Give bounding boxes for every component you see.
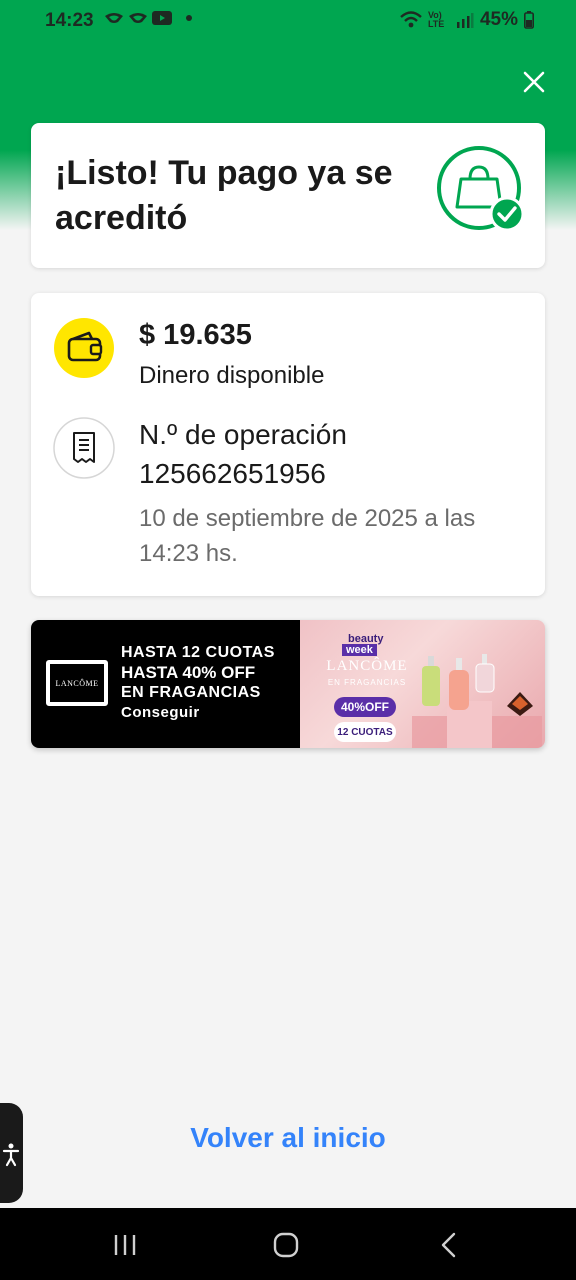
back-icon[interactable] xyxy=(428,1230,468,1260)
promo-line-discount: HASTA 40% OFF xyxy=(121,663,256,682)
wifi-icon xyxy=(400,11,422,28)
promo-subtitle: EN FRAGANCIAS xyxy=(327,678,407,687)
payment-details-card: $ 19.635 Dinero disponible N.º de operac… xyxy=(31,293,545,596)
status-indicators: Vo) LTE 45% xyxy=(400,9,534,31)
home-icon[interactable] xyxy=(266,1230,306,1260)
promo-cta[interactable]: Conseguir xyxy=(121,703,275,722)
beauty-week-badge: beauty week xyxy=(342,634,392,656)
success-card: ¡Listo! Tu pago ya se acreditó xyxy=(31,123,545,268)
promo-banner-copy: HASTA 12 CUOTAS HASTA 40% OFF EN FRAGANC… xyxy=(121,643,275,722)
system-navigation-bar xyxy=(0,1208,576,1280)
beauty-week-bottom: week xyxy=(342,644,377,656)
notification-app-icon xyxy=(129,13,147,23)
promo-banner-text-panel: LANCÔME HASTA 12 CUOTAS HASTA 40% OFF EN… xyxy=(31,620,300,748)
wallet-icon xyxy=(54,318,114,378)
accessibility-button[interactable] xyxy=(0,1103,23,1203)
promo-line-installments: HASTA 12 CUOTAS xyxy=(121,644,275,661)
shopping-bag-check-icon xyxy=(437,146,525,232)
receipt-icon xyxy=(53,417,115,479)
battery-level: 45% xyxy=(479,9,518,30)
close-icon[interactable] xyxy=(518,66,550,98)
promo-discount-pill: 40%OFF xyxy=(334,697,396,717)
more-notifications-dot xyxy=(186,15,192,21)
network-label: Vo) LTE xyxy=(427,10,445,29)
operation-number-label: N.º de operación xyxy=(139,419,347,450)
operation-number: 125662651956 xyxy=(139,458,326,489)
notification-icons xyxy=(104,11,192,25)
status-time: 14:23 xyxy=(45,10,94,31)
youtube-icon xyxy=(152,11,172,25)
perfume-bottles-image xyxy=(412,654,542,748)
operation-date: 10 de septiembre de 2025 a las 14:23 hs. xyxy=(139,505,476,567)
status-bar: 14:23 Vo) LTE 45% xyxy=(0,0,576,42)
promo-banner-image: beauty week LANCÔME EN FRAGANCIAS 40%OFF… xyxy=(300,620,545,748)
lancome-logo: LANCÔME xyxy=(46,660,108,706)
notification-app-icon xyxy=(105,13,123,23)
recent-apps-icon[interactable] xyxy=(105,1230,145,1260)
battery-icon xyxy=(524,11,534,29)
available-amount: $ 19.635 xyxy=(139,319,252,351)
back-to-home-link[interactable]: Volver al inicio xyxy=(0,1122,576,1154)
accessibility-icon xyxy=(2,1143,20,1167)
available-label: Dinero disponible xyxy=(139,362,325,389)
promo-installments-pill: 12 CUOTAS xyxy=(334,722,396,742)
success-title: ¡Listo! Tu pago ya se acreditó xyxy=(55,154,393,237)
promo-line-category: EN FRAGANCIAS xyxy=(121,684,261,701)
promo-brand: LANCÔME xyxy=(326,658,408,674)
signal-icon xyxy=(456,13,474,28)
promo-banner[interactable]: LANCÔME HASTA 12 CUOTAS HASTA 40% OFF EN… xyxy=(31,620,545,748)
